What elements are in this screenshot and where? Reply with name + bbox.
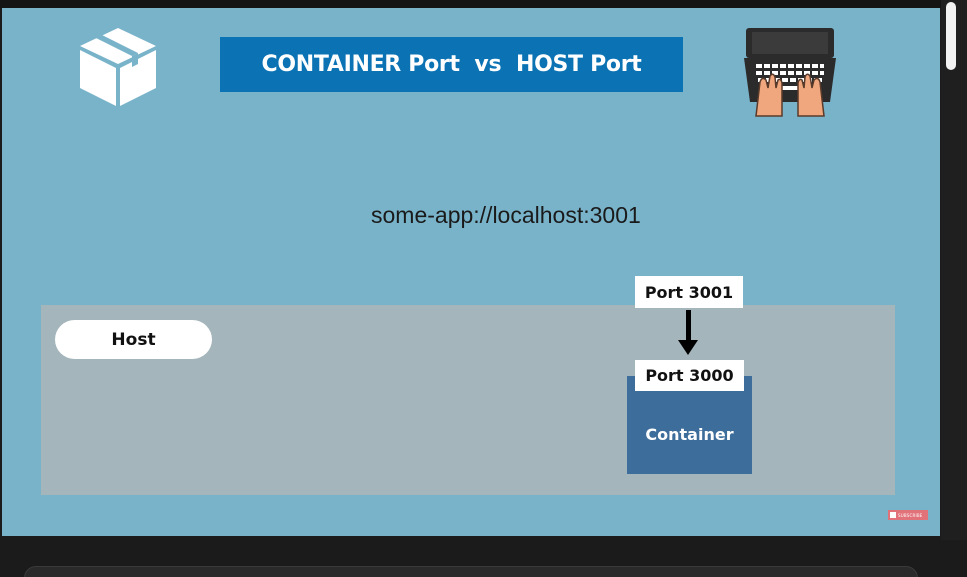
window-top-strip	[0, 0, 967, 8]
title-banner: CONTAINER Port vs HOST Port	[220, 37, 683, 92]
host-port-tag: Port 3001	[635, 276, 743, 308]
bottom-panel	[24, 566, 918, 577]
subscribe-label: SUBSCRIBE	[898, 512, 923, 518]
laptop-typing-icon	[744, 28, 836, 117]
box-icon	[80, 28, 156, 106]
host-pill: Host	[55, 320, 212, 359]
scrollbar-thumb[interactable]	[946, 2, 956, 70]
container-port-tag: Port 3000	[635, 360, 744, 391]
scrollbar-track[interactable]	[941, 0, 967, 540]
container-label: Container	[645, 424, 734, 444]
arrow-down-icon	[678, 310, 698, 355]
host-label: Host	[111, 329, 156, 350]
slide-title: CONTAINER Port vs HOST Port	[261, 52, 642, 77]
app-url-text: some-app://localhost:3001	[371, 202, 641, 228]
subscribe-icon	[890, 512, 896, 518]
subscribe-badge[interactable]: SUBSCRIBE	[888, 510, 928, 520]
